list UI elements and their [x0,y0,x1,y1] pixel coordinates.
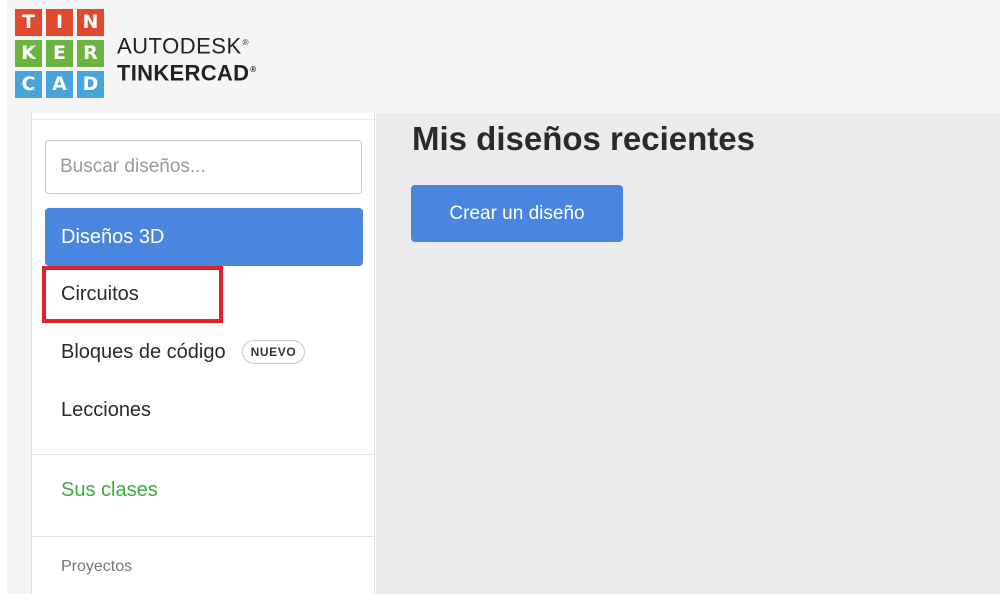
sidebar: Diseños 3D Circuitos Bloques de código N… [31,113,375,594]
sidebar-divider [32,454,374,455]
logo-letter-k: K [15,40,42,67]
sidebar-item-label: Circuitos [61,282,139,305]
sidebar-top-divider [32,119,374,120]
sidebar-divider [32,536,374,537]
sidebar-item-label: Bloques de código [61,340,226,363]
create-design-button[interactable]: Crear un diseño [411,185,623,242]
logo-letter-a: A [46,71,73,98]
sidebar-item-codeblocks[interactable]: Bloques de código NUEVO [45,323,363,381]
brand-autodesk-text: AUTODESK [117,33,242,59]
tinkercad-logo[interactable]: T I N K E R C A D [15,9,105,99]
logo-letter-t: T [15,9,42,36]
your-classes-link[interactable]: Sus clases [61,479,158,502]
registered-mark: ® [250,65,257,75]
sidebar-item-circuits[interactable]: Circuitos [45,265,363,323]
projects-section-label: Proyectos [61,558,133,575]
brand-tinkercad: TINKERCAD® [117,58,256,85]
new-badge: NUEVO [241,340,306,364]
logo-letter-e: E [46,40,73,67]
brand-wordmark[interactable]: AUTODESK® TINKERCAD® [117,30,256,86]
logo-letter-c: C [15,71,42,98]
left-gutter [7,113,31,594]
main-content: Mis diseños recientes Crear un diseño [376,113,1000,594]
sidebar-item-label: Lecciones [61,398,152,421]
brand-autodesk: AUTODESK® [117,30,256,58]
brand-tinkercad-text: TINKERCAD [117,60,250,86]
page-title: Mis diseños recientes [412,120,755,157]
logo-letter-i: I [46,9,73,36]
search-designs-input[interactable] [45,140,362,194]
logo-letter-d: D [77,71,104,98]
sidebar-item-lessons[interactable]: Lecciones [45,381,363,439]
top-header: T I N K E R C A D AUTODESK® TINKERCAD® [7,0,1000,113]
logo-letter-r: R [77,40,104,67]
logo-letter-n: N [77,9,104,36]
tinkercad-dashboard: T I N K E R C A D AUTODESK® TINKERCAD® D… [0,0,1000,594]
sidebar-item-3d-designs[interactable]: Diseños 3D [45,208,363,266]
registered-mark: ® [242,38,250,47]
sidebar-item-label: Diseños 3D [61,225,165,248]
